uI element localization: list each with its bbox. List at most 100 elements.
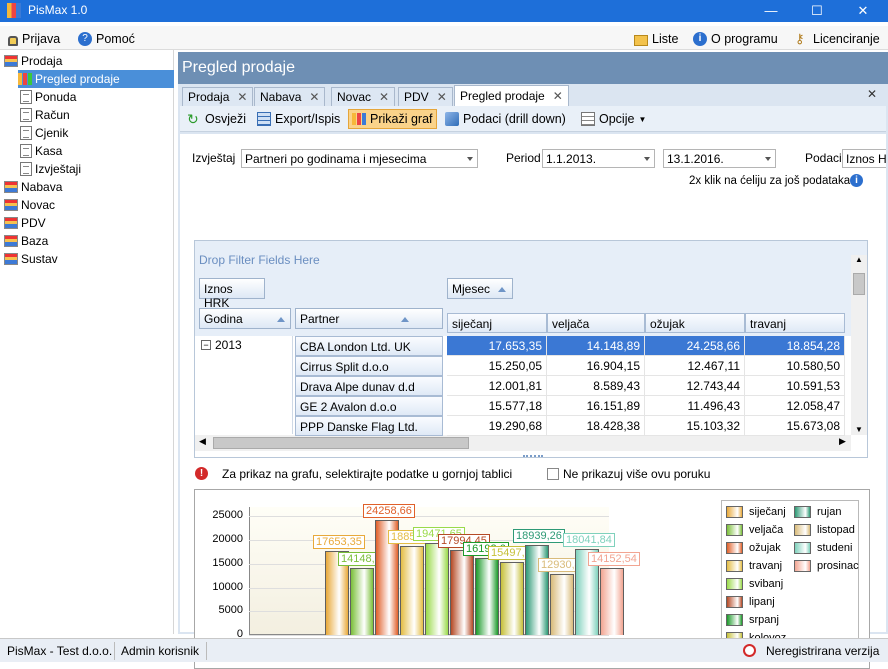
column-field-mjesec[interactable]: Mjesec	[447, 278, 513, 299]
tab-novac[interactable]: Novac ✕	[331, 87, 396, 106]
info-icon[interactable]: i	[850, 174, 863, 187]
tree-item-sustav[interactable]: Sustav	[4, 250, 58, 268]
value-cell[interactable]: 11.496,43	[645, 396, 745, 416]
value-cell[interactable]: 19.290,68	[447, 416, 547, 436]
value-cell[interactable]: 15.250,05	[447, 356, 547, 376]
dont-show-label: Ne prikazuj više ovu poruku	[563, 467, 711, 481]
value-cell[interactable]: 15.103,32	[645, 416, 745, 436]
month-header[interactable]: veljača	[547, 313, 645, 333]
lists-label: Liste	[652, 32, 679, 46]
minimize-icon[interactable]: —	[748, 0, 794, 22]
date-from-picker[interactable]: 1.1.2013.	[542, 149, 655, 168]
scroll-thumb[interactable]	[213, 437, 469, 449]
tree-item-novac[interactable]: Novac	[4, 196, 55, 214]
maximize-icon[interactable]: ☐	[794, 0, 840, 22]
help-button[interactable]: ? Pomoć	[78, 30, 135, 48]
tree-item-izvjestaji[interactable]: Izvještaji	[20, 160, 81, 178]
splitter-handle[interactable]	[523, 455, 543, 458]
value-cell[interactable]: 15.577,18	[447, 396, 547, 416]
value-cell[interactable]: 18.854,28	[745, 336, 845, 356]
value-cell[interactable]: 10.591,53	[745, 376, 845, 396]
partner-cell[interactable]: Drava Alpe dunav d.d	[295, 376, 443, 396]
row-field-partner[interactable]: Partner	[295, 308, 443, 329]
login-button[interactable]: Prijava	[8, 30, 60, 48]
scroll-up-icon[interactable]: ▲	[855, 255, 863, 264]
value-cell[interactable]: 12.743,44	[645, 376, 745, 396]
export-button[interactable]: Export/Ispis	[254, 109, 343, 129]
close-icon[interactable]: ✕	[437, 90, 447, 104]
tree-item-baza[interactable]: Baza	[4, 232, 48, 250]
close-icon[interactable]: ✕	[237, 90, 247, 104]
data-field-header[interactable]: Iznos HRK	[199, 278, 265, 310]
value-cell[interactable]: 10.580,50	[745, 356, 845, 376]
tree-item-nabava[interactable]: Nabava	[4, 178, 62, 196]
value-cell[interactable]: 17.653,35	[447, 336, 547, 356]
value-cell[interactable]: 12.467,11	[645, 356, 745, 376]
collapse-icon[interactable]: −	[201, 340, 211, 350]
value-cell[interactable]: 18.428,38	[547, 416, 645, 436]
bar-listopad[interactable]	[550, 573, 574, 635]
close-icon[interactable]: ✕	[553, 89, 563, 103]
data-select[interactable]: Iznos HRK	[842, 149, 886, 168]
dont-show-checkbox[interactable]	[547, 468, 559, 480]
value-cell[interactable]: 8.589,43	[547, 376, 645, 396]
bar-kolovoz[interactable]	[500, 561, 524, 635]
licensing-button[interactable]: ⚷ Licenciranje	[795, 30, 880, 48]
close-icon[interactable]: ✕	[379, 90, 389, 104]
tree-item-cjenik[interactable]: Cjenik	[20, 124, 68, 142]
value-cell[interactable]: 16.904,15	[547, 356, 645, 376]
show-chart-button[interactable]: Prikaži graf	[348, 109, 437, 129]
dropdown-arrow-icon: ▼	[638, 114, 647, 124]
bar-srpanj[interactable]	[475, 558, 499, 635]
close-all-icon[interactable]: ✕	[867, 87, 877, 101]
value-cell[interactable]: 16.151,89	[547, 396, 645, 416]
scroll-thumb[interactable]	[853, 273, 865, 295]
bar-prosinac[interactable]	[600, 567, 624, 635]
horizontal-scrollbar[interactable]: ◀ ▶	[195, 435, 851, 451]
bar-travanj[interactable]	[400, 545, 424, 635]
value-cell[interactable]: 12.001,81	[447, 376, 547, 396]
drill-down-button[interactable]: Podaci (drill down)	[442, 109, 569, 129]
report-select[interactable]: Partneri po godinama i mjesecima	[241, 149, 478, 168]
lists-button[interactable]: Liste	[634, 30, 678, 48]
legend-item: svibanj	[726, 578, 783, 590]
partner-cell[interactable]: Cirrus Split d.o.o	[295, 356, 443, 376]
tree-item-pregled-prodaje[interactable]: Pregled prodaje	[18, 70, 174, 88]
tab-pdv[interactable]: PDV ✕	[398, 87, 453, 106]
tab-pregled-prodaje[interactable]: Pregled prodaje ✕	[454, 85, 569, 106]
value-cell[interactable]: 24.258,66	[645, 336, 745, 356]
year-cell[interactable]: − 2013	[195, 336, 293, 434]
value-cell[interactable]: 15.673,08	[745, 416, 845, 436]
tab-prodaja[interactable]: Prodaja ✕	[182, 87, 254, 106]
bar-lipanj[interactable]	[450, 549, 474, 635]
date-to-picker[interactable]: 13.1.2016.	[663, 149, 776, 168]
tab-nabava[interactable]: Nabava ✕	[254, 87, 326, 106]
bar-svibanj[interactable]	[425, 542, 449, 635]
value-cell[interactable]: 14.148,89	[547, 336, 645, 356]
partner-cell[interactable]: GE 2 Avalon d.o.o	[295, 396, 443, 416]
refresh-button[interactable]: ↻ Osvježi	[184, 109, 249, 129]
close-icon[interactable]: ✕	[309, 90, 319, 104]
filter-drop-area[interactable]: Drop Filter Fields Here	[199, 253, 320, 267]
month-label: ožujak	[650, 317, 685, 331]
vertical-scrollbar[interactable]: ▲ ▼	[851, 255, 867, 435]
scroll-right-icon[interactable]: ▶	[839, 436, 846, 447]
month-header[interactable]: travanj	[745, 313, 845, 333]
bar-veljača[interactable]	[350, 567, 374, 635]
about-button[interactable]: i O programu	[693, 30, 778, 48]
month-header[interactable]: ožujak	[645, 313, 745, 333]
close-icon[interactable]: ✕	[840, 0, 886, 22]
tree-item-prodaja[interactable]: Prodaja	[4, 52, 62, 70]
options-button[interactable]: Opcije ▼	[578, 109, 649, 129]
scroll-left-icon[interactable]: ◀	[199, 436, 206, 447]
tree-item-ponuda[interactable]: Ponuda	[20, 88, 76, 106]
value-cell[interactable]: 12.058,47	[745, 396, 845, 416]
month-header[interactable]: siječanj	[447, 313, 547, 333]
row-field-godina[interactable]: Godina	[199, 308, 291, 329]
tree-item-pdv[interactable]: PDV	[4, 214, 46, 232]
partner-cell[interactable]: PPP Danske Flag Ltd.	[295, 416, 443, 436]
tree-item-racun[interactable]: Račun	[20, 106, 70, 124]
partner-cell[interactable]: CBA London Ltd. UK	[295, 336, 443, 356]
scroll-down-icon[interactable]: ▼	[855, 425, 863, 434]
tree-item-kasa[interactable]: Kasa	[20, 142, 62, 160]
